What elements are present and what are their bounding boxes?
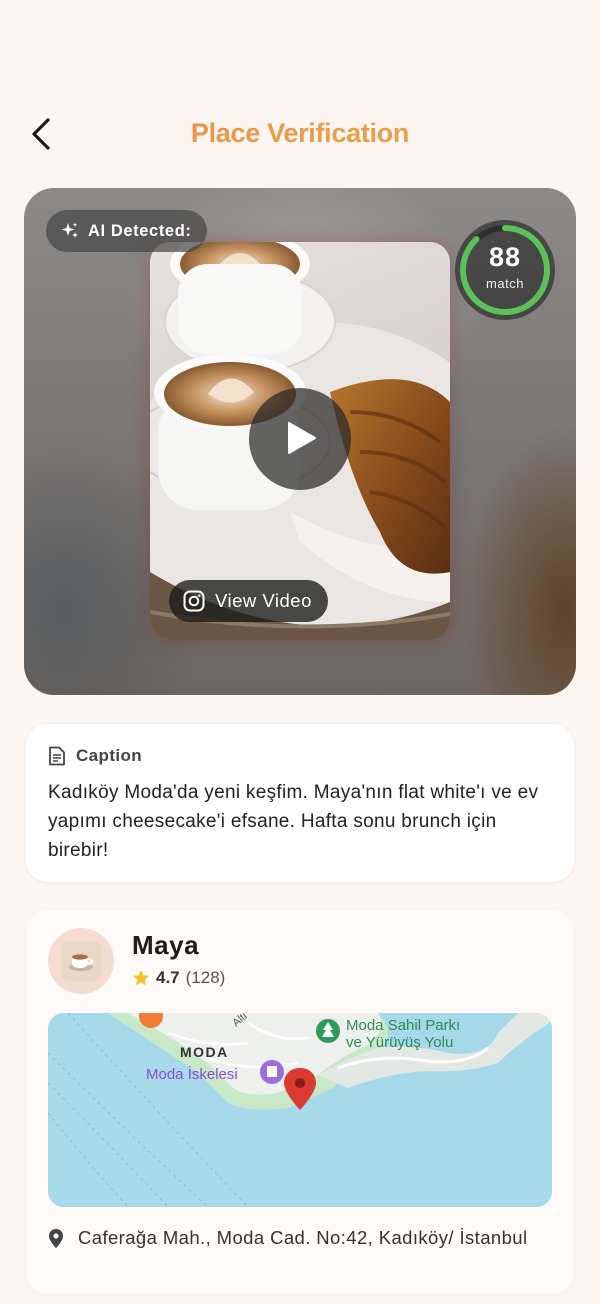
- star-icon: [133, 970, 149, 986]
- match-score: 88: [488, 242, 522, 272]
- view-video-button[interactable]: View Video: [169, 580, 328, 622]
- place-card: Maya 4.7 (128) MODA Moda İskelesi Moda S…: [26, 910, 574, 1294]
- play-icon: [288, 422, 316, 454]
- map-park-label-2: ve Yürüyüş Yolu: [346, 1034, 453, 1051]
- place-address-row: Caferağa Mah., Moda Cad. No:42, Kadıköy/…: [48, 1224, 548, 1252]
- map-canvas: MODA Moda İskelesi Moda Sahil Parkı ve Y…: [48, 1013, 552, 1207]
- sparkle-icon: [61, 222, 78, 238]
- page-title: Place Verification: [0, 118, 600, 149]
- map-pier-label: Moda İskelesi: [146, 1065, 238, 1083]
- caption-text: Kadıköy Moda'da yeni keşfim. Maya'nın fl…: [48, 782, 539, 861]
- match-label: match: [486, 276, 524, 291]
- caption-card: Caption Kadıköy Moda'da yeni keşfim. May…: [26, 724, 574, 882]
- match-score-badge: 88 match: [455, 220, 555, 320]
- place-rating: 4.7 (128): [132, 968, 225, 988]
- location-map[interactable]: MODA Moda İskelesi Moda Sahil Parkı ve Y…: [48, 1013, 552, 1207]
- location-pin-icon: [49, 1229, 63, 1248]
- media-card: AI Detected: 88 match View Video: [24, 188, 576, 695]
- view-video-label: View Video: [215, 590, 312, 611]
- ai-detected-chip: AI Detected:: [46, 210, 208, 252]
- map-park-label-1: Moda Sahil Parkı: [346, 1017, 460, 1034]
- place-avatar: [48, 928, 114, 994]
- rating-value: 4.7: [156, 968, 180, 987]
- play-button[interactable]: [249, 388, 351, 490]
- ai-detected-label: AI Detected:: [88, 221, 192, 240]
- review-count: (128): [185, 968, 226, 987]
- coffee-cup-icon: [69, 954, 94, 971]
- instagram-icon: [183, 590, 205, 612]
- map-district-label: MODA: [180, 1044, 229, 1060]
- caption-header: Caption: [48, 746, 552, 766]
- caption-heading: Caption: [76, 746, 143, 765]
- place-name: Maya: [132, 930, 200, 960]
- place-address: Caferağa Mah., Moda Cad. No:42, Kadıköy/…: [78, 1227, 528, 1248]
- document-icon: [49, 746, 65, 766]
- header: Place Verification: [0, 100, 600, 170]
